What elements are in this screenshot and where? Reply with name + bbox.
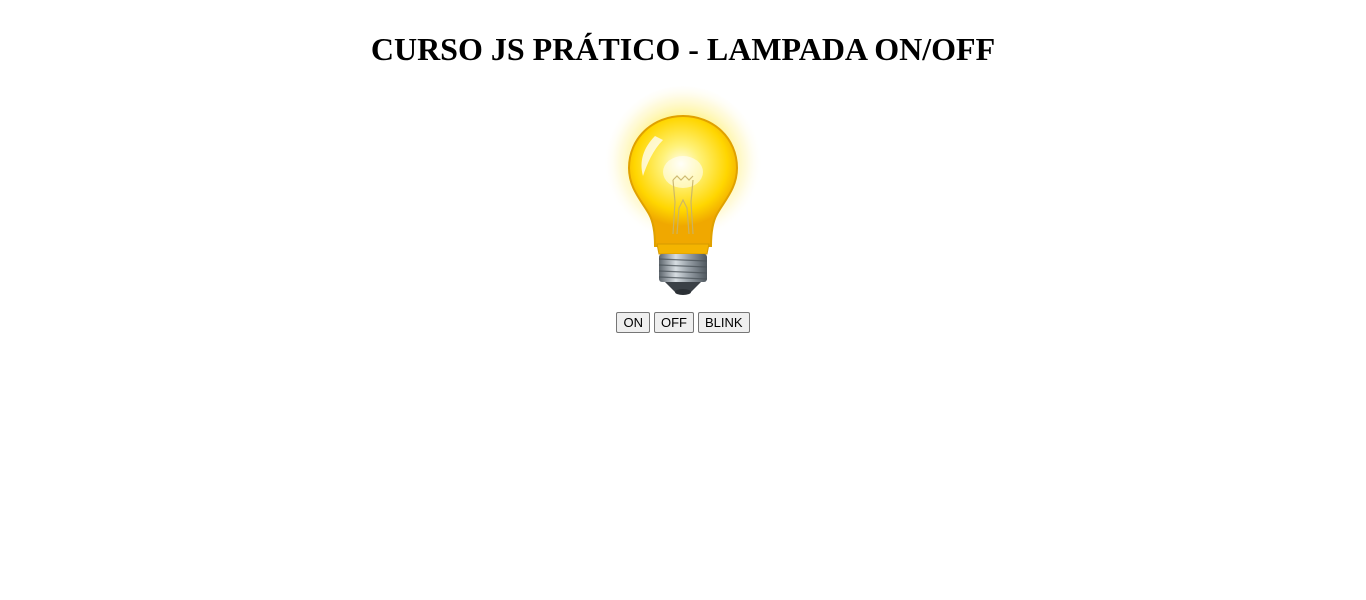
page-title: CURSO JS PRÁTICO - LAMPADA ON/OFF [370, 31, 996, 67]
lamp-image [603, 84, 763, 298]
page: CURSO JS PRÁTICO - LAMPADA ON/OFF ON OFF… [0, 0, 1366, 600]
off-button[interactable]: OFF [653, 312, 694, 333]
lamp-controls: ON OFF BLINK [0, 312, 1366, 333]
on-button[interactable]: ON [616, 312, 650, 333]
lightbulb-on-icon [605, 86, 761, 295]
blink-button[interactable]: BLINK [697, 312, 750, 333]
